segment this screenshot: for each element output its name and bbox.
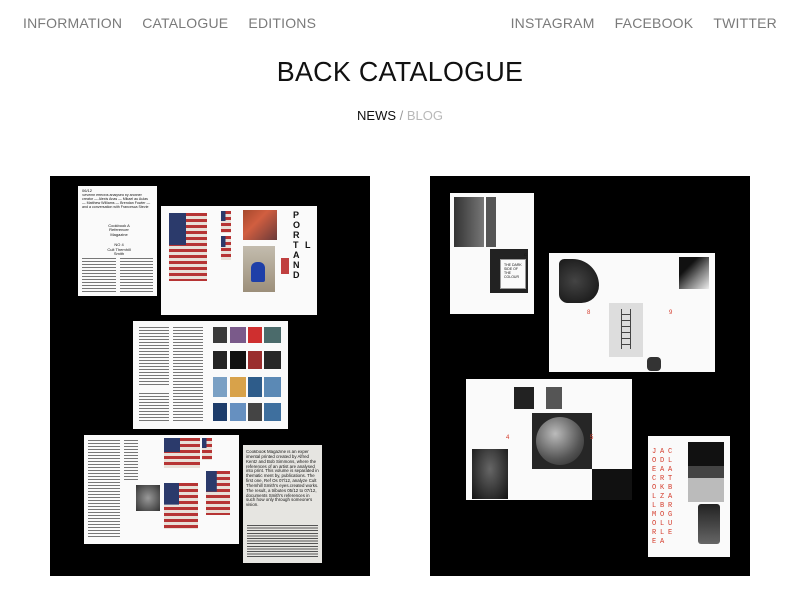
small-card-text: THE DARK SIDE OF THE COLOUR bbox=[504, 263, 522, 279]
thumbnail-image bbox=[230, 377, 246, 397]
thumbnail-image bbox=[248, 403, 262, 421]
book-page: THE DARK SIDE OF THE COLOUR C bbox=[450, 193, 534, 314]
publication-name: Cookbook A Referencer Magazine bbox=[108, 223, 130, 237]
sphere-photo bbox=[536, 417, 584, 465]
thumbnail-image bbox=[248, 351, 262, 369]
nav-twitter-link[interactable]: TWITTER bbox=[713, 15, 777, 31]
vertical-title: CLAT BAR GUE bbox=[668, 448, 673, 537]
news-link[interactable]: NEWS bbox=[357, 108, 396, 123]
arch-thumbnail bbox=[546, 387, 562, 409]
thumbnail-image bbox=[264, 377, 281, 397]
catalogue-item-right[interactable]: THE DARK SIDE OF THE COLOUR C 8 9 4 5 JO… bbox=[430, 176, 750, 576]
sub-nav: NEWS / BLOG bbox=[0, 108, 800, 123]
catalogue-item-left[interactable]: 06/12 Seventh effect/is analysed by anot… bbox=[50, 176, 370, 576]
issue-code: 06/12 bbox=[82, 188, 93, 193]
book-page: JOE COLLMORE A DARK ZBOLLA CLAT BAR GUE bbox=[648, 436, 730, 557]
ladder-shape bbox=[621, 309, 631, 349]
primary-nav: INFORMATION CATALOGUE EDITIONS bbox=[23, 15, 332, 31]
thumbnail-image bbox=[264, 351, 281, 369]
crowd-photo bbox=[243, 210, 277, 240]
abstract-photo bbox=[679, 257, 709, 289]
magazine-back-page: Cookbook Magazine is an exper imental pr… bbox=[243, 445, 322, 563]
intro-text: Seventh effect/is analysed by another cr… bbox=[82, 194, 151, 209]
magazine-spread: P O R T L A N D bbox=[161, 206, 317, 315]
magazine-spread bbox=[133, 321, 288, 429]
dark-block bbox=[592, 469, 632, 500]
nav-editions-link[interactable]: EDITIONS bbox=[248, 15, 316, 31]
architecture-photo bbox=[486, 197, 496, 247]
book-spread: 8 9 bbox=[549, 253, 715, 372]
small-card: THE DARK SIDE OF THE COLOUR bbox=[500, 259, 526, 289]
body-text-column bbox=[124, 440, 138, 480]
architecture-photo bbox=[454, 197, 484, 247]
page-title: BACK CATALOGUE bbox=[276, 56, 524, 87]
poster-lettering: P O R T L A N D bbox=[293, 210, 313, 280]
fine-print bbox=[247, 525, 318, 557]
body-text-column bbox=[120, 258, 153, 292]
nav-information-link[interactable]: INFORMATION bbox=[23, 15, 122, 31]
figure-blue bbox=[251, 262, 265, 282]
thumbnail-image bbox=[264, 327, 281, 343]
blog-link[interactable]: BLOG bbox=[407, 108, 443, 123]
thumbnail-image bbox=[248, 327, 262, 343]
subnav-separator: / bbox=[396, 108, 407, 123]
sculpture-photo bbox=[559, 259, 599, 303]
arch-thumbnail bbox=[514, 387, 534, 409]
thumbnail-image bbox=[213, 327, 227, 343]
page-number: 9 bbox=[669, 310, 673, 316]
flag-artwork-small bbox=[202, 438, 212, 460]
letter-mark: C bbox=[524, 252, 527, 257]
flag-artwork-small bbox=[221, 211, 231, 233]
page-number: 5 bbox=[590, 435, 594, 441]
sculpture-photo bbox=[698, 504, 720, 544]
thumbnail-image bbox=[248, 377, 262, 397]
flag-artwork bbox=[206, 471, 230, 515]
thumbnail-image bbox=[213, 377, 227, 397]
page-number: 4 bbox=[506, 435, 510, 441]
thumbnail-image bbox=[230, 403, 246, 421]
body-text-column bbox=[139, 393, 169, 421]
social-nav: INSTAGRAM FACEBOOK TWITTER bbox=[495, 15, 777, 31]
magazine-cover-page: 06/12 Seventh effect/is analysed by anot… bbox=[78, 186, 157, 296]
issue-subject: Cult Themhill Smith bbox=[107, 247, 131, 257]
sculpture-photo bbox=[688, 442, 724, 502]
nav-facebook-link[interactable]: FACEBOOK bbox=[615, 15, 694, 31]
vertical-title: JOE COLLMORE bbox=[652, 448, 657, 546]
magazine-spread bbox=[84, 435, 239, 544]
body-text-column bbox=[139, 327, 169, 387]
thumbnail-image bbox=[213, 351, 227, 369]
flag-artwork-small bbox=[221, 236, 231, 260]
flag-artwork bbox=[169, 213, 207, 281]
x-artwork-photo bbox=[136, 485, 160, 511]
book-spread: 4 5 bbox=[466, 379, 632, 500]
body-text-column bbox=[173, 327, 203, 422]
body-text-column bbox=[82, 258, 116, 292]
thumbnail-image bbox=[230, 327, 246, 343]
mask-photo bbox=[472, 449, 508, 499]
nav-instagram-link[interactable]: INSTAGRAM bbox=[511, 15, 595, 31]
thumbnail-image bbox=[230, 351, 246, 369]
thumbnail-image bbox=[213, 403, 227, 421]
flag-artwork bbox=[164, 438, 200, 468]
flag-artwork bbox=[164, 483, 198, 529]
thumbnail-image bbox=[264, 403, 281, 421]
figure-photo bbox=[647, 357, 661, 371]
description-text: Cookbook Magazine is an exper imental pr… bbox=[246, 450, 319, 508]
nav-catalogue-link[interactable]: CATALOGUE bbox=[142, 15, 228, 31]
page-number: 8 bbox=[587, 310, 591, 316]
body-text-column bbox=[88, 440, 120, 538]
figure-red bbox=[281, 258, 289, 274]
vertical-title: A DARK ZBOLLA bbox=[660, 448, 665, 546]
